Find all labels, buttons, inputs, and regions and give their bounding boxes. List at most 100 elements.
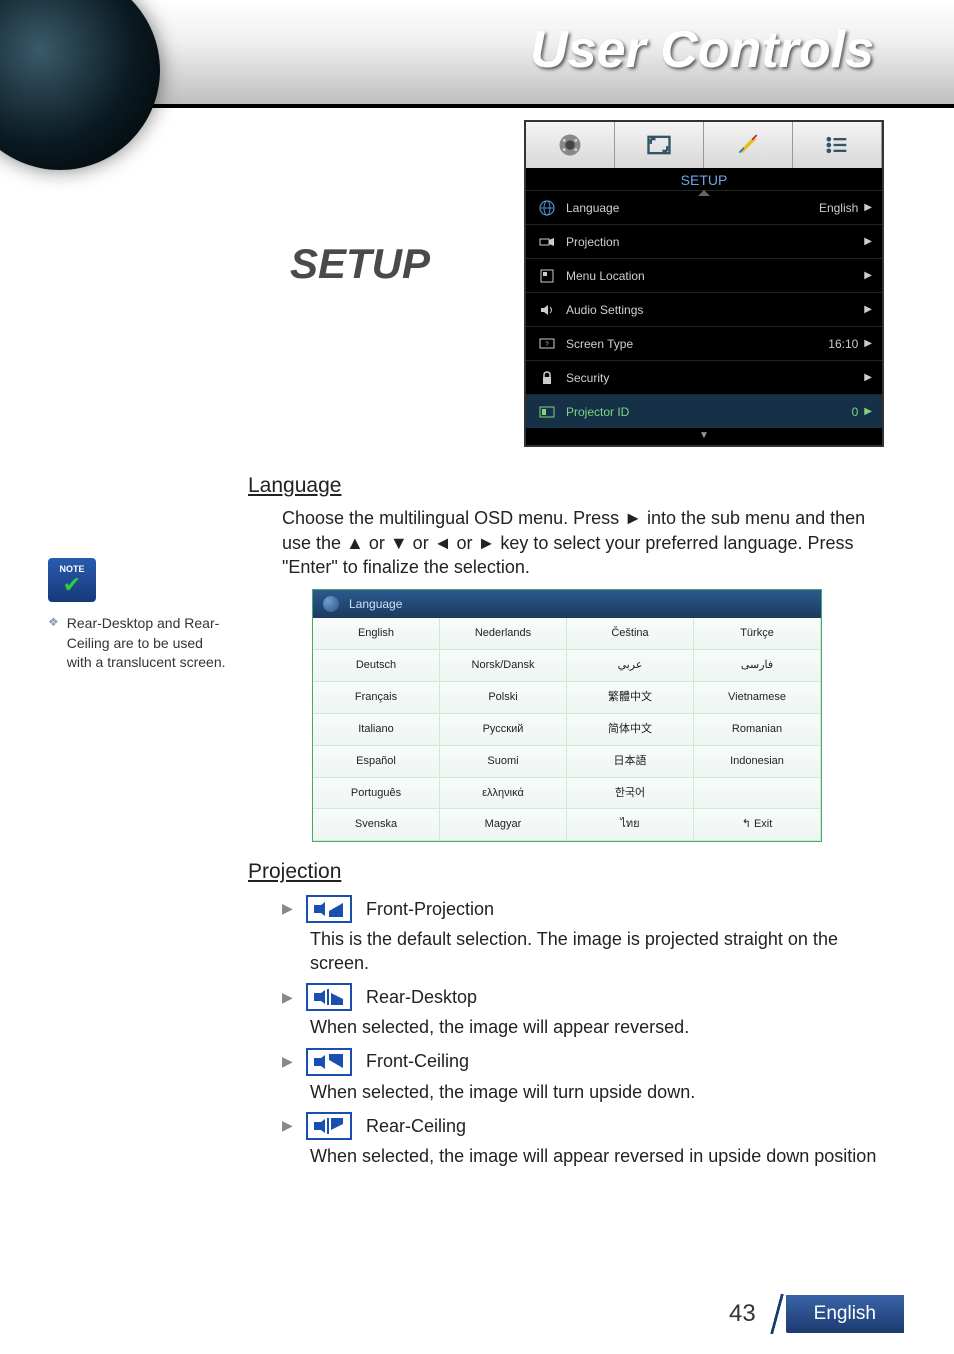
lang-exit[interactable]: ↰ Exit [694, 809, 821, 841]
lang-cell[interactable]: 日本語 [567, 746, 694, 778]
chevron-right-icon: ▶ [864, 406, 872, 417]
lang-cell[interactable] [694, 778, 821, 810]
tab-options-icon[interactable] [793, 122, 882, 168]
menu-value: 16:10 [828, 337, 864, 351]
projection-desc: When selected, the image will appear rev… [248, 1015, 878, 1039]
lang-cell[interactable]: ελληνικά [440, 778, 567, 810]
diamond-bullet-icon: ❖ [48, 614, 59, 631]
footer-language: English [786, 1295, 904, 1333]
projection-desc: When selected, the image will turn upsid… [248, 1080, 878, 1104]
menu-label: Menu Location [558, 269, 864, 283]
lang-cell[interactable]: Indonesian [694, 746, 821, 778]
page-footer: 43 English [729, 1294, 904, 1334]
menu-row-projector-id[interactable]: Projector ID 0 ▶ [526, 394, 882, 428]
page-header: User Controls [0, 0, 954, 108]
lang-cell[interactable]: Polski [440, 682, 567, 714]
osd-title: SETUP [526, 168, 882, 190]
heading-projection: Projection [248, 858, 878, 886]
tab-display-icon[interactable] [615, 122, 704, 168]
projection-item: ▶ Front-Ceiling [248, 1048, 878, 1076]
note-item: ❖ Rear-Desktop and Rear-Ceiling are to b… [48, 614, 228, 673]
projection-item: ▶ Rear-Ceiling [248, 1112, 878, 1140]
location-icon [536, 269, 558, 283]
note-sidebar: NOTE ✔ ❖ Rear-Desktop and Rear-Ceiling a… [48, 558, 228, 673]
chevron-right-icon: ▶ [864, 372, 872, 383]
lang-cell[interactable]: Vietnamese [694, 682, 821, 714]
triangle-bullet-icon: ▶ [282, 1052, 292, 1071]
lang-cell[interactable]: Romanian [694, 714, 821, 746]
lang-cell[interactable]: Italiano [313, 714, 440, 746]
projection-desc: When selected, the image will appear rev… [248, 1144, 878, 1168]
menu-row-security[interactable]: Security ▶ [526, 360, 882, 394]
triangle-bullet-icon: ▶ [282, 988, 292, 1007]
menu-row-audio[interactable]: Audio Settings ▶ [526, 292, 882, 326]
menu-label: Audio Settings [558, 303, 864, 317]
lang-cell[interactable]: Русский [440, 714, 567, 746]
tab-image-icon[interactable] [526, 122, 615, 168]
globe-icon [323, 596, 339, 612]
lang-cell[interactable]: English [313, 618, 440, 650]
projection-title: Rear-Desktop [366, 985, 477, 1009]
lang-cell[interactable]: Svenska [313, 809, 440, 841]
screen-icon: ? [536, 338, 558, 350]
lang-cell[interactable]: ไทย [567, 809, 694, 841]
menu-row-projection[interactable]: Projection ▶ [526, 224, 882, 258]
lang-cell[interactable]: Türkçe [694, 618, 821, 650]
footer-divider [768, 1294, 786, 1334]
lang-cell[interactable]: Nederlands [440, 618, 567, 650]
menu-label: Security [558, 371, 864, 385]
menu-label: Projection [558, 235, 864, 249]
lang-cell[interactable]: 繁體中文 [567, 682, 694, 714]
language-panel-title: Language [349, 596, 402, 612]
body-column: Language Choose the multilingual OSD men… [248, 468, 878, 1168]
rear-desktop-icon [306, 983, 352, 1011]
front-ceiling-icon [306, 1048, 352, 1076]
language-panel: Language English Nederlands Čeština Türk… [312, 589, 822, 842]
menu-label: Projector ID [558, 405, 852, 419]
lang-cell[interactable]: Português [313, 778, 440, 810]
menu-value: English [819, 201, 864, 215]
tab-setup-icon[interactable] [704, 122, 793, 168]
triangle-bullet-icon: ▶ [282, 1116, 292, 1135]
id-icon [536, 406, 558, 418]
menu-value: 0 [852, 405, 865, 419]
chevron-right-icon: ▶ [864, 270, 872, 281]
lang-cell[interactable]: Español [313, 746, 440, 778]
section-heading-setup: SETUP [290, 240, 430, 288]
language-description: Choose the multilingual OSD menu. Press … [248, 506, 878, 579]
lang-cell[interactable]: 简体中文 [567, 714, 694, 746]
projection-item: ▶ Rear-Desktop [248, 983, 878, 1011]
lang-cell[interactable]: عربي [567, 650, 694, 682]
chevron-right-icon: ▶ [864, 236, 872, 247]
triangle-bullet-icon: ▶ [282, 899, 292, 918]
projection-icon [536, 236, 558, 248]
menu-row-screen-type[interactable]: ? Screen Type 16:10 ▶ [526, 326, 882, 360]
lang-cell[interactable]: Français [313, 682, 440, 714]
globe-icon [536, 200, 558, 216]
projection-title: Front-Projection [366, 897, 494, 921]
lang-cell[interactable]: Magyar [440, 809, 567, 841]
note-text: Rear-Desktop and Rear-Ceiling are to be … [67, 614, 228, 673]
page-title: User Controls [530, 20, 874, 80]
menu-label: Screen Type [558, 337, 828, 351]
menu-row-menu-location[interactable]: Menu Location ▶ [526, 258, 882, 292]
lang-cell[interactable]: 한국어 [567, 778, 694, 810]
chevron-right-icon: ▶ [864, 202, 872, 213]
projection-item: ▶ Front-Projection [248, 895, 878, 923]
language-grid: English Nederlands Čeština Türkçe Deutsc… [313, 618, 821, 841]
check-icon: ✔ [63, 574, 81, 596]
lang-cell[interactable]: Deutsch [313, 650, 440, 682]
projection-title: Front-Ceiling [366, 1049, 469, 1073]
menu-label: Language [558, 201, 819, 215]
lang-cell[interactable]: Norsk/Dansk [440, 650, 567, 682]
lang-cell[interactable]: فارسی [694, 650, 821, 682]
projection-title: Rear-Ceiling [366, 1114, 466, 1138]
chevron-right-icon: ▶ [864, 304, 872, 315]
projection-desc: This is the default selection. The image… [248, 927, 878, 976]
lang-cell[interactable]: Suomi [440, 746, 567, 778]
rear-ceiling-icon [306, 1112, 352, 1140]
lang-cell[interactable]: Čeština [567, 618, 694, 650]
language-panel-header: Language [313, 590, 821, 618]
osd-tabs [526, 122, 882, 168]
note-badge-icon: NOTE ✔ [48, 558, 96, 602]
